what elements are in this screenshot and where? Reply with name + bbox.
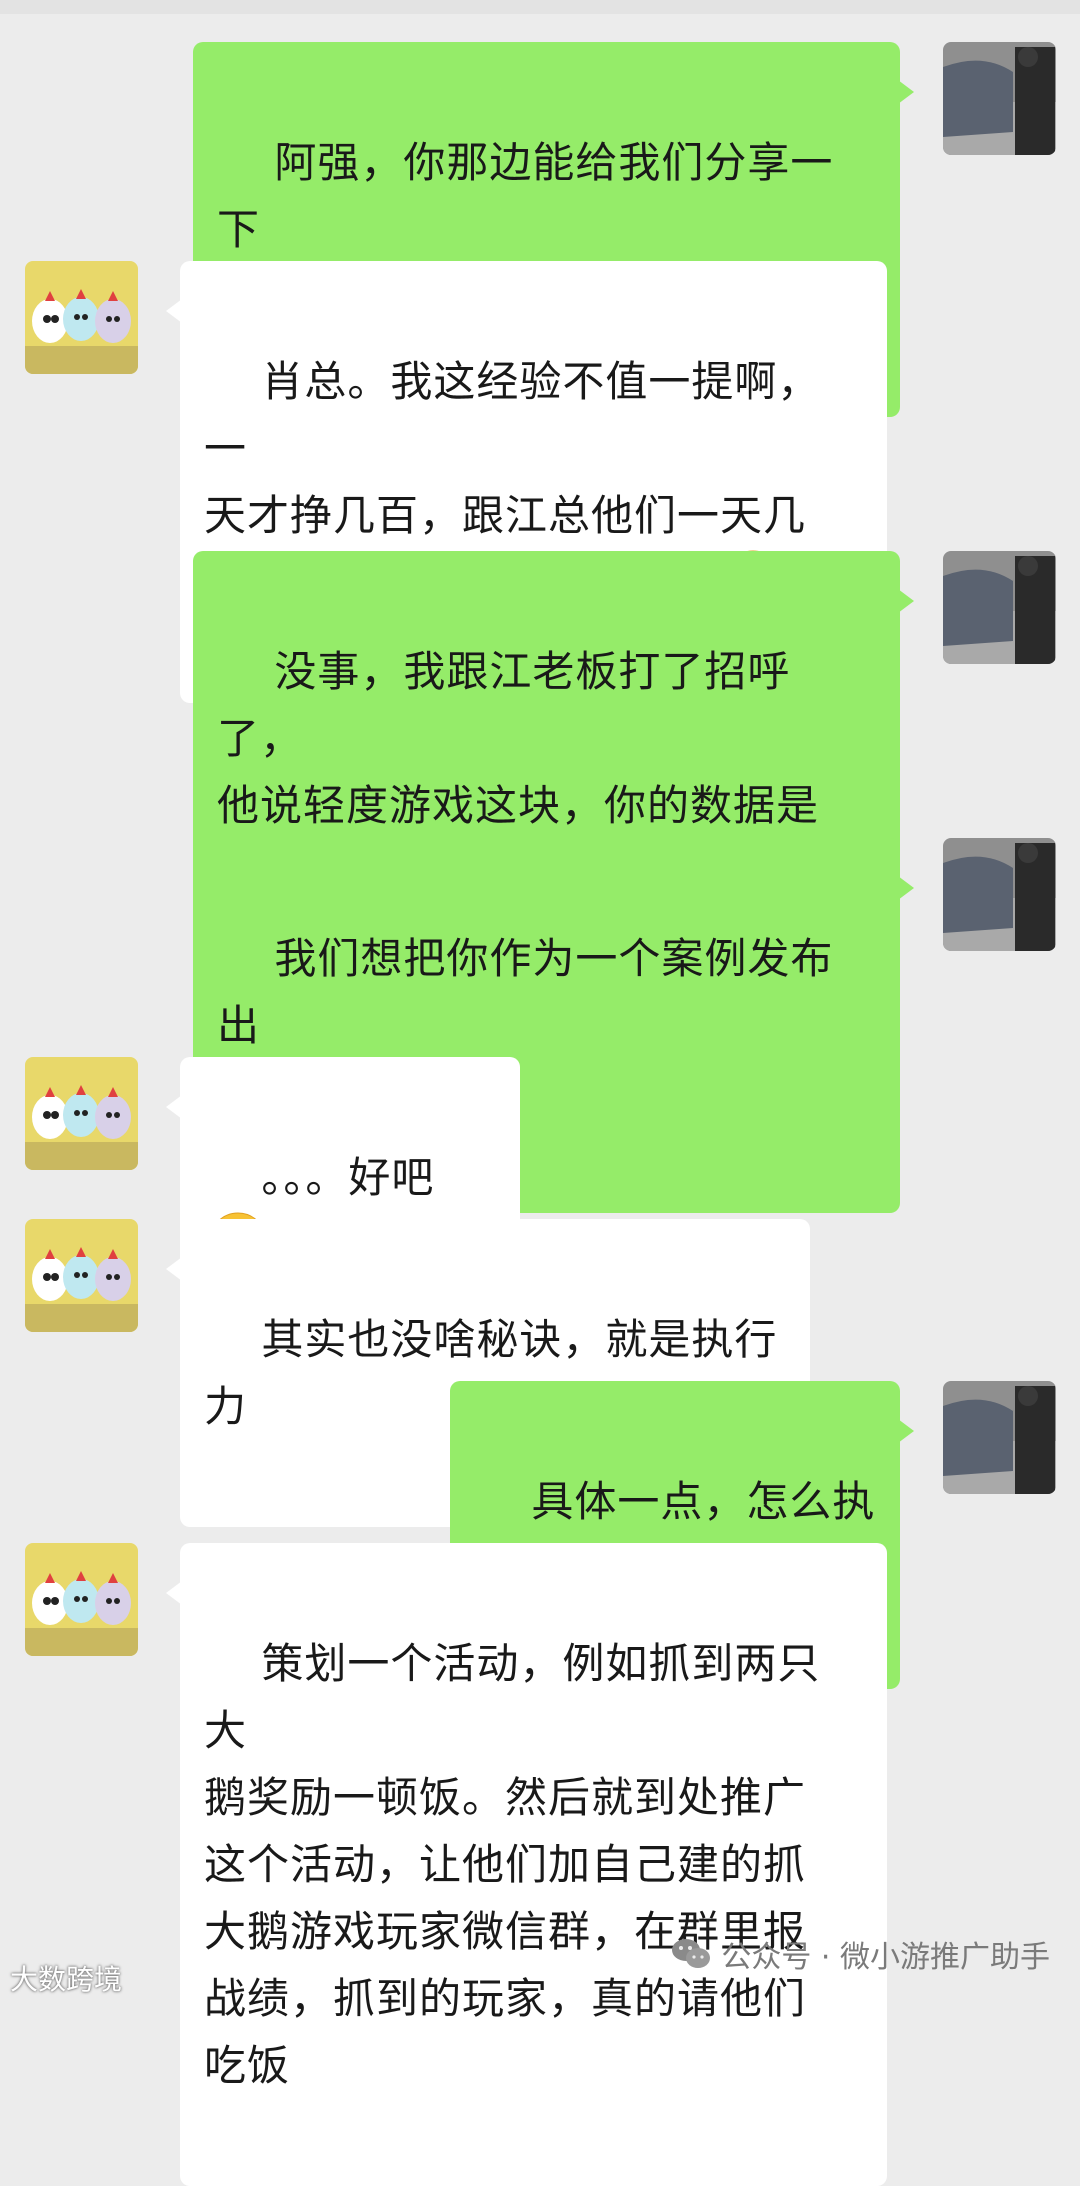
self-avatar[interactable]	[943, 838, 1056, 951]
watermark-right: 公众号 · 微小游推广助手	[671, 1932, 1050, 1976]
contact-avatar[interactable]	[25, 1543, 138, 1656]
contact-avatar[interactable]	[25, 1057, 138, 1170]
self-avatar[interactable]	[943, 1381, 1056, 1494]
message-text: 。。。好吧	[261, 1153, 435, 1202]
contact-avatar[interactable]	[25, 261, 138, 374]
top-divider	[0, 0, 1080, 14]
watermark-left-text: 大数跨境	[10, 1963, 123, 1996]
self-avatar[interactable]	[943, 42, 1056, 155]
wechat-icon	[672, 1939, 711, 1968]
contact-avatar[interactable]	[25, 1219, 138, 1332]
watermark-left: 大数跨境	[10, 1958, 122, 1998]
message-text: 策划一个活动，例如抓到两只大 鹅奖励一顿饭。然后就到处推广 这个活动，让他们加自…	[204, 1639, 821, 2090]
watermark-right-text: 公众号 · 微小游推广助手	[721, 1940, 1050, 1975]
message-bubble[interactable]: 策划一个活动，例如抓到两只大 鹅奖励一顿饭。然后就到处推广 这个活动，让他们加自…	[166, 1543, 887, 2186]
self-avatar[interactable]	[943, 551, 1056, 664]
